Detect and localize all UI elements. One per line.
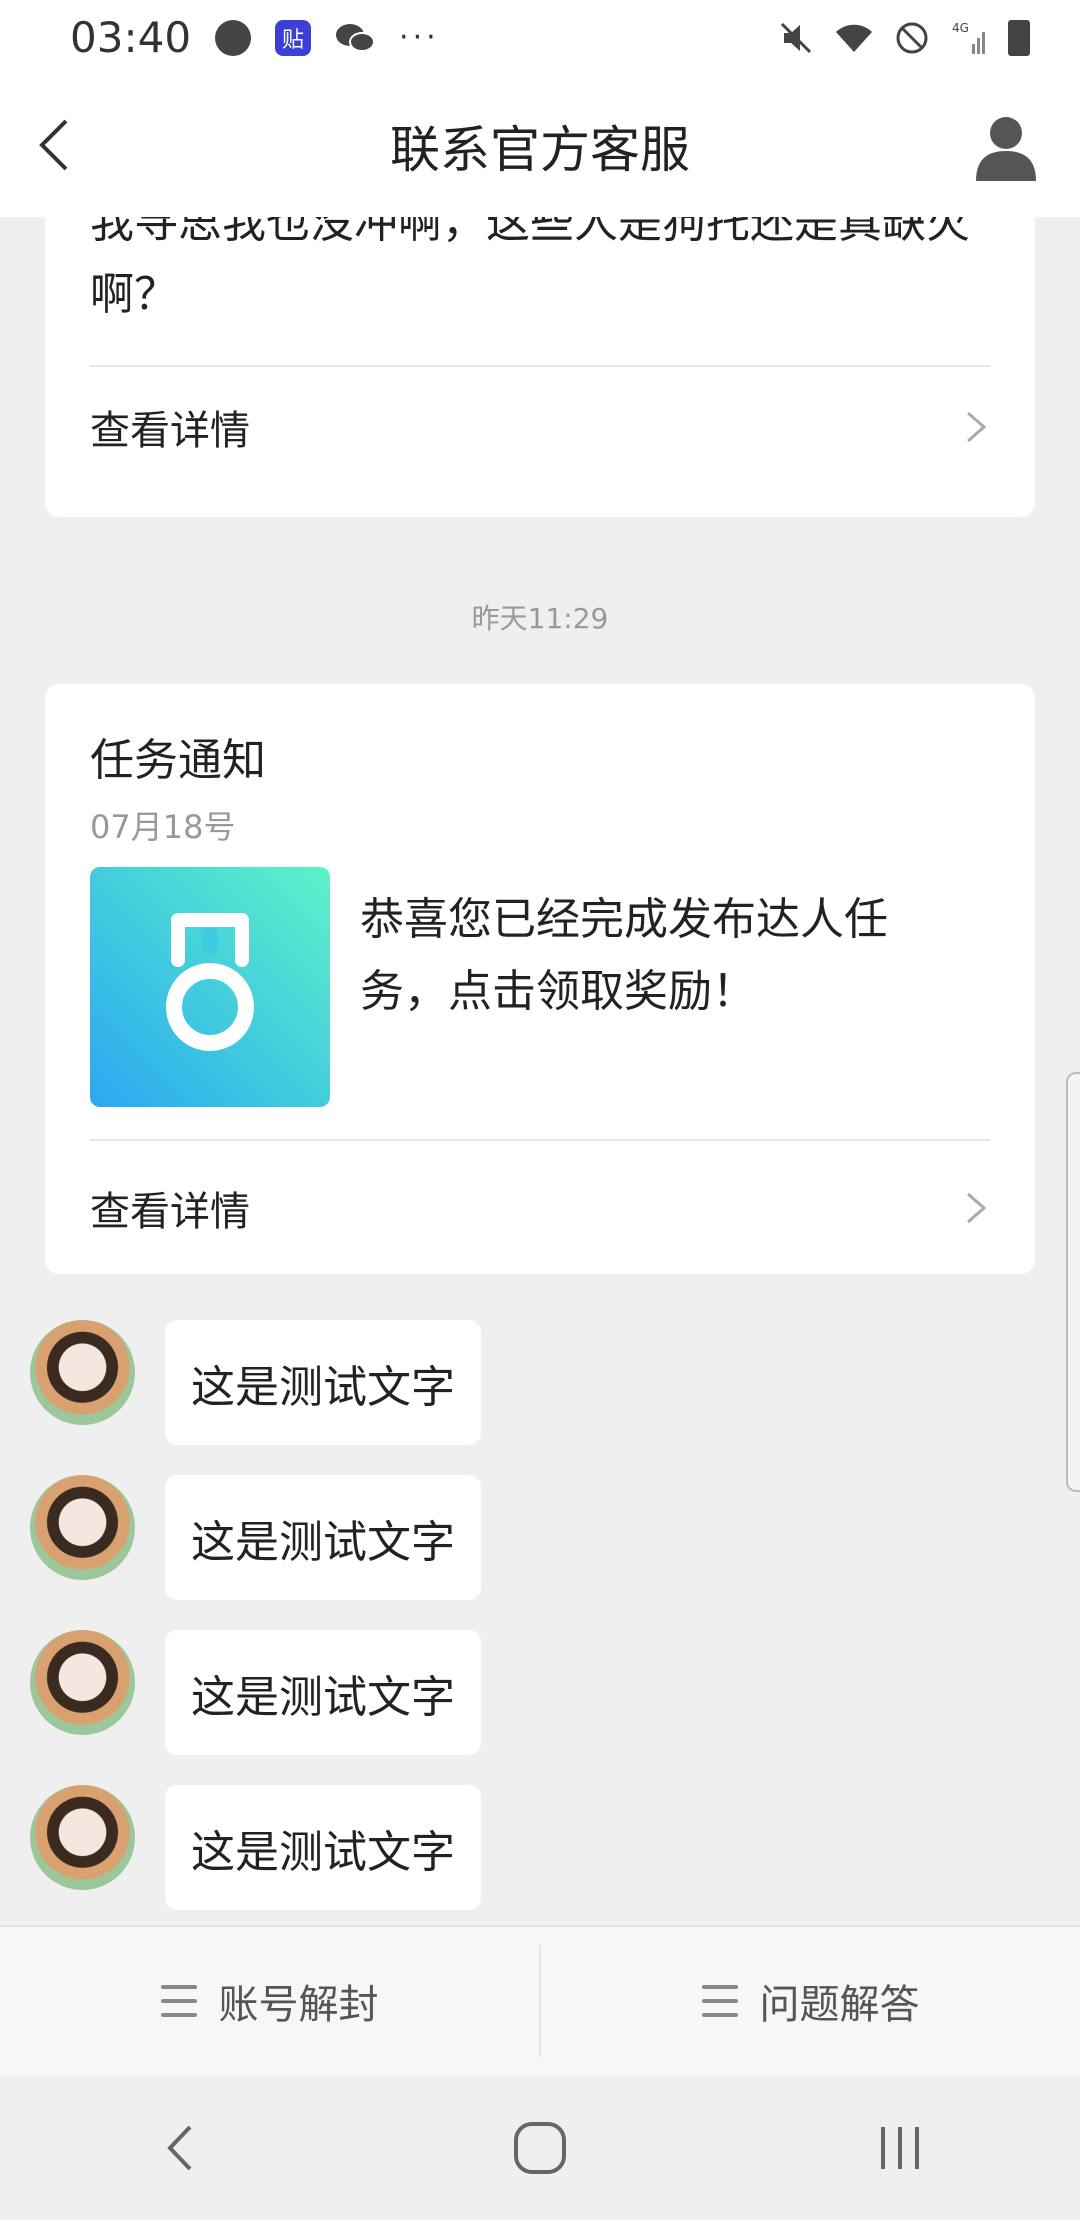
back-icon: [167, 2125, 192, 2170]
user-icon: [976, 117, 1036, 181]
recents-icon: [881, 2126, 919, 2169]
nav-home-button[interactable]: [500, 2108, 580, 2188]
svg-text:4G: 4G: [952, 21, 969, 35]
view-details-row[interactable]: 查看详情: [45, 1141, 1035, 1274]
avatar[interactable]: [30, 1630, 135, 1735]
edge-panel-handle[interactable]: [1066, 1072, 1080, 1492]
bottom-menu: 账号解封 问题解答: [0, 1925, 1080, 2075]
avatar[interactable]: [30, 1320, 135, 1425]
chat-bubble[interactable]: 这是测试文字: [165, 1475, 481, 1600]
task-text: 恭喜您已经完成发布达人任务，点击领取奖励！: [360, 894, 888, 1017]
wechat-icon: [335, 20, 376, 56]
view-details-label: 查看详情: [90, 408, 250, 454]
chat-bubble[interactable]: 这是测试文字: [165, 1785, 481, 1910]
menu-icon: [701, 1985, 738, 2017]
task-title: 任务通知: [90, 735, 266, 786]
profile-button[interactable]: [970, 111, 1042, 183]
status-left: 03:40 贴 ···: [70, 13, 440, 62]
chevron-right-icon: [967, 411, 987, 443]
message-list[interactable]: 我寻思我也没冲啊，这些人是狗托还是真缺火啊？ 查看详情 昨天11:29 任务通知…: [0, 217, 1080, 1925]
status-time: 03:40: [70, 13, 192, 62]
task-date: 07月18号: [90, 808, 236, 846]
nav-recents-button[interactable]: [860, 2108, 940, 2188]
nav-back-button[interactable]: [140, 2108, 220, 2188]
more-notifications: ···: [399, 20, 440, 55]
menu-faq[interactable]: 问题解答: [541, 1927, 1080, 2075]
chat-message: 这是测试文字: [30, 1320, 481, 1445]
back-chevron-icon: [39, 119, 68, 171]
view-details-label: 查看详情: [90, 1188, 250, 1235]
system-nav-bar: [0, 2075, 1080, 2220]
battery-icon: [1008, 19, 1030, 56]
app-header: 联系官方客服: [0, 75, 1080, 217]
app-icon: 贴: [275, 19, 312, 56]
mute-icon: [776, 20, 816, 56]
menu-label: 问题解答: [759, 1982, 920, 2028]
avatar[interactable]: [30, 1475, 135, 1580]
refresh-icon: [215, 19, 252, 56]
message-text: 我寻思我也没冲啊，这些人是狗托还是真缺火啊？: [90, 217, 970, 320]
avatar[interactable]: [30, 1785, 135, 1890]
task-notification-card[interactable]: 任务通知 07月18号 恭喜您已经完成发布达人任务，点击领取奖励！ 查看详情: [45, 684, 1035, 1274]
status-right: 4G: [776, 19, 1030, 56]
menu-icon: [160, 1985, 197, 2017]
chat-message: 这是测试文字: [30, 1475, 481, 1600]
message-timestamp: 昨天11:29: [471, 602, 609, 635]
page-title: 联系官方客服: [390, 121, 690, 179]
chat-bubble[interactable]: 这是测试文字: [165, 1320, 481, 1445]
chat-message: 这是测试文字: [30, 1630, 481, 1755]
view-details-row[interactable]: 查看详情: [45, 367, 1035, 487]
menu-label: 账号解封: [218, 1982, 379, 2028]
status-bar: 03:40 贴 ··· 4G: [0, 0, 1080, 75]
chat-bubble[interactable]: 这是测试文字: [165, 1630, 481, 1755]
do-not-disturb-icon: [892, 20, 932, 56]
message-card: 我寻思我也没冲啊，这些人是狗托还是真缺火啊？ 查看详情: [45, 217, 1035, 517]
menu-account-unblock[interactable]: 账号解封: [0, 1927, 539, 2075]
back-button[interactable]: [28, 115, 88, 175]
chat-message: 这是测试文字: [30, 1785, 481, 1910]
chevron-right-icon: [967, 1192, 987, 1223]
home-icon: [514, 2121, 566, 2174]
wifi-icon: [834, 20, 874, 56]
medal-icon: [90, 867, 330, 1107]
signal-icon: 4G: [950, 20, 990, 56]
